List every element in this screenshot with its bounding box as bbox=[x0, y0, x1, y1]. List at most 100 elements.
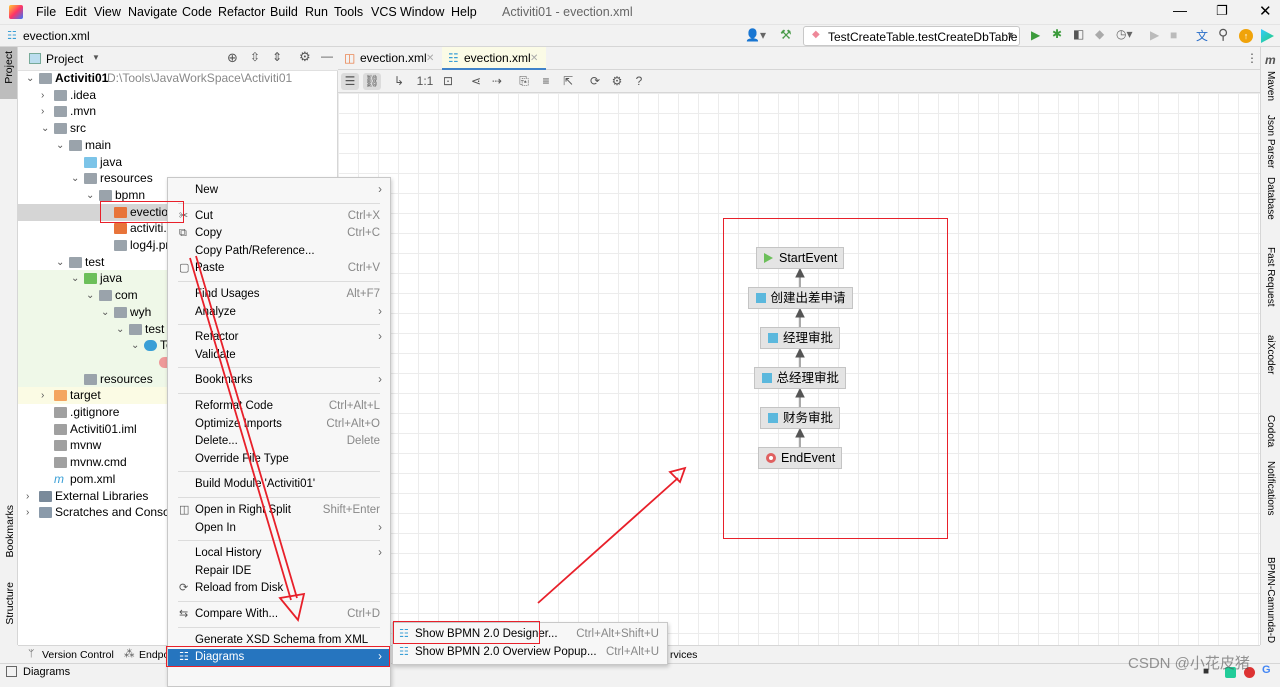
tool-bpmn-camunda-d[interactable]: BPMN-Camunda-D bbox=[1265, 557, 1276, 643]
tool-fast-request[interactable]: Fast Request bbox=[1265, 247, 1276, 306]
chevron-right-icon[interactable]: › bbox=[41, 387, 44, 404]
more-run-icon[interactable]: ◷▾ bbox=[1116, 27, 1133, 41]
locate-icon[interactable]: ⊕ bbox=[227, 50, 238, 66]
menu-item-analyze[interactable]: Analyze › bbox=[168, 304, 390, 321]
fit-icon[interactable]: ⊡ bbox=[439, 73, 457, 90]
profile-icon[interactable]: ◆ bbox=[1095, 27, 1104, 41]
run-icon[interactable]: ▶ bbox=[1031, 28, 1040, 42]
chevron-down-icon[interactable]: ⌄ bbox=[41, 120, 49, 137]
menu-help[interactable]: Help bbox=[451, 5, 477, 19]
diagram-node-task[interactable]: 创建出差申请 bbox=[747, 287, 853, 309]
copy-icon[interactable]: ⎘ bbox=[515, 73, 533, 90]
chevron-down-icon[interactable]: ⌄ bbox=[101, 304, 109, 321]
menu-code[interactable]: Code bbox=[182, 5, 212, 19]
project-view-select[interactable]: Project bbox=[46, 52, 83, 66]
diagram-node-task[interactable]: 经理审批 bbox=[760, 327, 841, 349]
chevron-down-icon[interactable]: ⌄ bbox=[71, 170, 79, 187]
minimize-button[interactable]: — bbox=[1173, 2, 1187, 18]
menu-navigate[interactable]: Navigate bbox=[128, 5, 177, 19]
menu-file[interactable]: File bbox=[36, 5, 56, 19]
menu-item-find-usages[interactable]: Find Usages Alt+F7 bbox=[168, 286, 390, 303]
menu-vcs[interactable]: VCS bbox=[371, 5, 397, 19]
menu-item-refactor[interactable]: Refactor › bbox=[168, 329, 390, 346]
sequence-flow[interactable] bbox=[795, 307, 805, 327]
coverage-icon[interactable]: ◧ bbox=[1073, 27, 1084, 41]
hide-panel-icon[interactable]: — bbox=[321, 49, 333, 63]
tool-notifications[interactable]: Notifications bbox=[1265, 461, 1276, 515]
chevron-down-icon[interactable]: ⌄ bbox=[116, 321, 124, 338]
stop-icon[interactable]: ■ bbox=[1170, 28, 1177, 42]
tool-json-parser[interactable]: Json Parser bbox=[1265, 115, 1276, 168]
menu-item-delete[interactable]: Delete... Delete bbox=[168, 433, 390, 450]
tree-item-java[interactable]: java bbox=[18, 154, 338, 171]
menu-item-generate-xsd-schema-from-xml-file[interactable]: Generate XSD Schema from XML File... bbox=[168, 632, 390, 663]
run-config-select[interactable]: ◆ TestCreateTable.testCreateDbTable ▼ bbox=[803, 26, 1020, 46]
menu-item-reload-from-disk[interactable]: ⟳ Reload from Disk bbox=[168, 580, 390, 597]
submenu-item-overview-popup[interactable]: ☷ Show BPMN 2.0 Overview Popup... Ctrl+Alt… bbox=[393, 644, 667, 661]
menu-item-reformat-code[interactable]: Reformat Code Ctrl+Alt+L bbox=[168, 398, 390, 415]
bookmarks-tool-button[interactable]: Bookmarks bbox=[4, 505, 16, 558]
tree-item--mvn[interactable]: › .mvn bbox=[18, 103, 338, 120]
submenu-item-designer[interactable]: ☷ Show BPMN 2.0 Designer... Ctrl+Alt+Shift… bbox=[393, 626, 667, 643]
chevron-down-icon[interactable]: ⌄ bbox=[86, 287, 94, 304]
resume-icon[interactable]: ▶ bbox=[1150, 28, 1159, 42]
project-tool-button[interactable]: Project bbox=[0, 47, 17, 99]
menu-tools[interactable]: Tools bbox=[334, 5, 363, 19]
refresh-icon[interactable]: ⟳ bbox=[586, 73, 604, 90]
translate-icon[interactable]: 文 bbox=[1196, 27, 1208, 44]
tool-maven[interactable]: Maven bbox=[1265, 71, 1276, 101]
route-icon[interactable]: ⇢ bbox=[488, 73, 506, 90]
menu-item-new[interactable]: New › bbox=[168, 182, 390, 199]
menu-view[interactable]: View bbox=[94, 5, 121, 19]
chevron-right-icon[interactable]: › bbox=[26, 488, 29, 505]
plugin-icon[interactable] bbox=[1261, 29, 1274, 43]
tool-codota[interactable]: Codota bbox=[1265, 415, 1276, 447]
help-icon[interactable]: ? bbox=[630, 73, 648, 90]
chevron-down-icon[interactable]: ⌄ bbox=[56, 137, 64, 154]
services-button[interactable]: rvices bbox=[670, 649, 697, 661]
menu-build[interactable]: Build bbox=[270, 5, 298, 19]
close-icon[interactable]: ✕ bbox=[530, 47, 538, 70]
menu-item-open-in[interactable]: Open In › bbox=[168, 520, 390, 537]
sequence-flow[interactable] bbox=[795, 387, 805, 407]
panel-toggle-icon[interactable] bbox=[6, 666, 17, 677]
gear-icon[interactable]: ⚙ bbox=[299, 49, 311, 65]
diagram-node-task[interactable]: 财务审批 bbox=[760, 407, 841, 429]
menu-item-validate[interactable]: Validate bbox=[168, 347, 390, 364]
chevron-down-icon[interactable]: ▼ bbox=[92, 53, 100, 62]
chevron-right-icon[interactable]: › bbox=[26, 504, 29, 521]
menu-item-repair-ide[interactable]: Repair IDE bbox=[168, 563, 390, 580]
collapse-all-icon[interactable]: ⇕ bbox=[272, 50, 282, 64]
google-icon[interactable]: G bbox=[1262, 664, 1271, 676]
tool-aixcoder[interactable]: aiXcoder bbox=[1265, 335, 1276, 374]
chevron-down-icon[interactable]: ⌄ bbox=[86, 187, 94, 204]
search-icon[interactable]: ⚲ bbox=[1218, 26, 1228, 43]
restore-button[interactable]: ❐ bbox=[1216, 3, 1228, 19]
menu-item-optimize-imports[interactable]: Optimize Imports Ctrl+Alt+O bbox=[168, 416, 390, 433]
debug-icon[interactable]: ✱ bbox=[1052, 27, 1062, 41]
diagram-node-end[interactable]: EndEvent bbox=[758, 447, 843, 469]
tree-item-activiti01[interactable]: ⌄ Activiti01 D:\Tools\JavaWorkSpace\Activi… bbox=[18, 70, 338, 87]
update-icon[interactable]: ↑ bbox=[1239, 29, 1253, 43]
export-icon[interactable]: ⇱ bbox=[559, 73, 577, 90]
menu-item-bookmarks[interactable]: Bookmarks › bbox=[168, 372, 390, 389]
structure-tool-button[interactable]: Structure bbox=[4, 582, 16, 625]
menu-item-compare-with[interactable]: ⇆ Compare With... Ctrl+D bbox=[168, 606, 390, 623]
chevron-right-icon[interactable]: › bbox=[41, 103, 44, 120]
sequence-flow[interactable] bbox=[795, 427, 805, 447]
tab-evection-designer[interactable]: ☷ evection.xml ✕ bbox=[442, 47, 546, 70]
bpmn-diagram-canvas[interactable]: StartEvent 创建出差申请 经理审批 总经理审批 财务审批 EndEvent bbox=[338, 93, 1260, 645]
chevron-right-icon[interactable]: › bbox=[41, 87, 44, 104]
menu-item-copy-path-reference[interactable]: Copy Path/Reference... bbox=[168, 243, 390, 260]
build-hammer-icon[interactable]: ⚒ bbox=[780, 27, 792, 43]
menu-refactor[interactable]: Refactor bbox=[218, 5, 265, 19]
chevron-down-icon[interactable]: ⌄ bbox=[26, 70, 34, 87]
link-icon[interactable]: ⛓ bbox=[363, 73, 381, 90]
menu-item-paste[interactable]: ▢ Paste Ctrl+V bbox=[168, 260, 390, 277]
close-button[interactable]: ✕ bbox=[1259, 2, 1272, 20]
close-icon[interactable]: ✕ bbox=[426, 47, 434, 70]
sequence-flow[interactable] bbox=[795, 347, 805, 367]
user-icon[interactable]: 👤▾ bbox=[745, 28, 766, 42]
menu-item-copy[interactable]: ⧉ Copy Ctrl+C bbox=[168, 225, 390, 242]
menu-item-cut[interactable]: ✂ Cut Ctrl+X bbox=[168, 208, 390, 225]
